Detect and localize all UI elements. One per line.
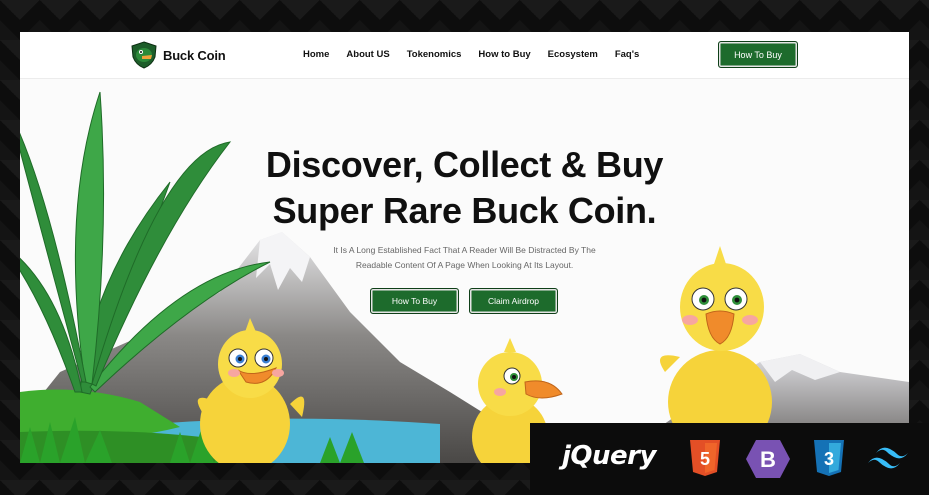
css3-icon: 3 (814, 440, 844, 476)
brand-logo[interactable]: Buck Coin (130, 41, 226, 69)
html5-label: 5 (700, 449, 710, 469)
bootstrap-icon: B (746, 440, 790, 478)
hero-title-line-2: Super Rare Buck Coin. (272, 190, 657, 231)
tailwind-icon (868, 447, 908, 469)
hero-title-line-1: Discover, Collect & Buy (265, 144, 664, 185)
css3-label: 3 (824, 449, 834, 469)
website-preview: Buck Coin Home About US Tokenomics How t… (20, 32, 909, 463)
hero-how-to-buy-button[interactable]: How To Buy (370, 288, 459, 314)
nav-tokenomics-link[interactable]: Tokenomics (407, 49, 462, 60)
hero-subtitle: It Is A Long Established Fact That A Rea… (20, 243, 909, 273)
main-menu: Home About US Tokenomics How to Buy Ecos… (303, 49, 656, 60)
duck-shield-icon (131, 41, 157, 69)
hero-buttons: How To Buy Claim Airdrop (370, 288, 558, 314)
bootstrap-label: B (760, 447, 776, 472)
html5-icon: 5 (690, 440, 720, 476)
nav-how-to-buy-link[interactable]: How to Buy (478, 49, 530, 60)
hero-title: Discover, Collect & Buy Super Rare Buck … (20, 142, 909, 234)
nav-about-link[interactable]: About US (346, 49, 389, 60)
tech-stack-strip: jQuery 5 B 3 (530, 423, 929, 495)
nav-home-link[interactable]: Home (303, 49, 329, 60)
top-navbar: Buck Coin Home About US Tokenomics How t… (20, 32, 909, 79)
hero-subtitle-line-1: It Is A Long Established Fact That A Rea… (333, 245, 596, 255)
nav-ecosystem-link[interactable]: Ecosystem (548, 49, 598, 60)
hero-subtitle-line-2: Readable Content Of A Page When Looking … (355, 260, 574, 270)
brand-name: Buck Coin (163, 47, 226, 63)
nav-how-to-buy-button[interactable]: How To Buy (718, 41, 798, 68)
jquery-logo-icon: jQuery (562, 441, 656, 471)
nav-faq-link[interactable]: Faq's (615, 49, 639, 60)
claim-airdrop-button[interactable]: Claim Airdrop (469, 288, 558, 314)
